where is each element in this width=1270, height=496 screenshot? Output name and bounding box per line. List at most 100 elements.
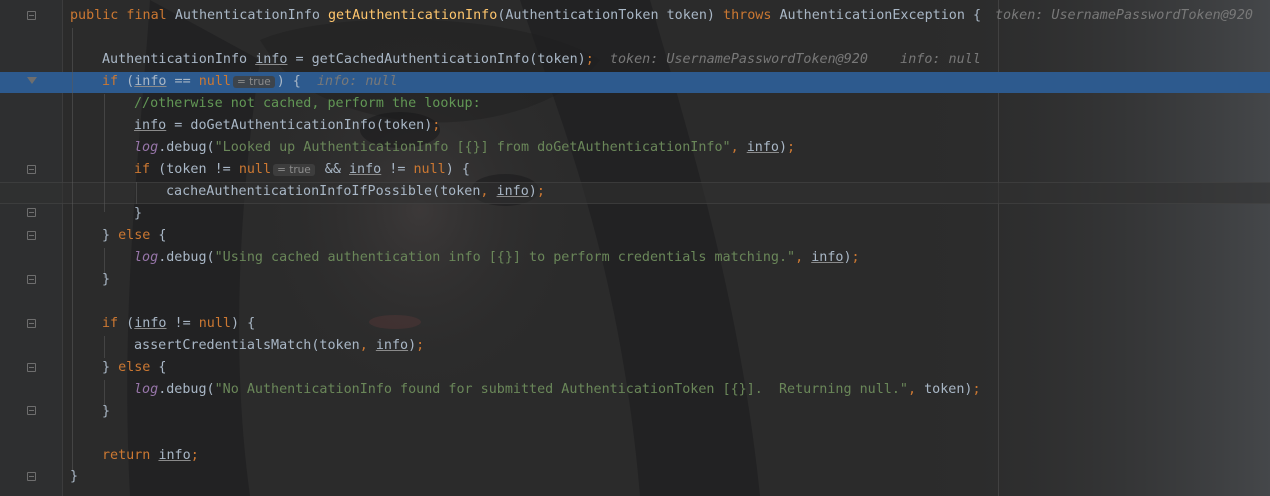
- code-token: !=: [166, 316, 199, 331]
- code-line[interactable]: assertCredentialsMatch(token, info);: [134, 335, 424, 357]
- variable[interactable]: info: [376, 338, 408, 353]
- variable[interactable]: info: [255, 52, 287, 67]
- code-token: ) {: [276, 74, 301, 89]
- code-line[interactable]: AuthenticationInfo info = getCachedAuthe…: [102, 49, 981, 71]
- variable[interactable]: info: [134, 316, 166, 331]
- code-token: ) {: [231, 316, 256, 331]
- keyword: else: [118, 360, 151, 375]
- code-token: !=: [381, 162, 414, 177]
- code-editor[interactable]: public final AuthenticationInfo getAuthe…: [0, 0, 1270, 496]
- fold-icon[interactable]: [27, 208, 36, 217]
- keyword: null: [413, 162, 446, 177]
- variable[interactable]: info: [158, 448, 190, 463]
- code-token: .debug(: [158, 382, 215, 397]
- inline-debug-value: token: UsernamePasswordToken@920: [609, 52, 868, 67]
- code-token: &&: [316, 162, 349, 177]
- keyword: if: [102, 74, 119, 89]
- code-line[interactable]: public final AuthenticationInfo getAuthe…: [70, 5, 981, 27]
- keyword: if: [102, 316, 119, 331]
- code-token: {: [150, 228, 167, 243]
- comment: //otherwise not cached, perform the look…: [134, 96, 481, 111]
- indent-guide: [104, 94, 105, 212]
- code-token: ) {: [445, 162, 470, 177]
- variable[interactable]: info: [811, 250, 843, 265]
- string-literal: "Using cached authentication info [{}] t…: [214, 250, 796, 265]
- code-token: }: [102, 272, 111, 287]
- variable[interactable]: info: [747, 140, 779, 155]
- variable[interactable]: info: [134, 118, 166, 133]
- fold-icon[interactable]: [27, 363, 36, 372]
- code-token: ): [408, 338, 417, 353]
- field: log: [134, 140, 159, 155]
- fold-icon[interactable]: [27, 319, 36, 328]
- code-token: AuthenticationInfo: [174, 8, 328, 23]
- variable[interactable]: info: [349, 162, 381, 177]
- code-line[interactable]: //otherwise not cached, perform the look…: [134, 93, 481, 115]
- indent-guide: [136, 182, 137, 204]
- inline-debug-value: info: null: [900, 52, 981, 67]
- punctuation: ;: [190, 448, 199, 463]
- code-token: assertCredentialsMatch(token: [134, 338, 360, 353]
- code-line[interactable]: } else {: [102, 357, 167, 379]
- code-line[interactable]: }: [102, 269, 110, 291]
- code-line[interactable]: return info;: [102, 445, 199, 467]
- keyword: null: [238, 162, 272, 177]
- fold-icon[interactable]: [27, 275, 36, 284]
- code-token: }: [102, 228, 119, 243]
- code-token: (: [118, 316, 135, 331]
- string-literal: "No AuthenticationInfo found for submitt…: [214, 382, 908, 397]
- code-token: = getCachedAuthenticationInfo(token): [287, 52, 586, 67]
- code-line[interactable]: }: [70, 466, 78, 488]
- fold-icon[interactable]: [27, 472, 36, 481]
- field: log: [134, 382, 159, 397]
- keyword: else: [118, 228, 151, 243]
- variable[interactable]: info: [497, 184, 529, 199]
- code-token: AuthenticationInfo: [102, 52, 256, 67]
- keyword: throws: [723, 8, 772, 23]
- punctuation: ;: [585, 52, 594, 67]
- code-token: (token !=: [150, 162, 239, 177]
- indent-guide: [104, 336, 105, 358]
- code-token: (: [118, 74, 135, 89]
- method-name: getAuthenticationInfo: [328, 8, 498, 23]
- code-line[interactable]: log.debug("Looked up AuthenticationInfo …: [134, 137, 795, 159]
- code-line[interactable]: if (token != null = true && info != null)…: [134, 159, 470, 181]
- code-token: ): [843, 250, 852, 265]
- code-line-current[interactable]: if (info == null = true) { info: null: [102, 71, 398, 93]
- string-literal: "Looked up AuthenticationInfo [{}] from …: [214, 140, 731, 155]
- code-token: token): [924, 382, 973, 397]
- code-token: (AuthenticationToken token): [497, 8, 724, 23]
- code-line[interactable]: info = doGetAuthenticationInfo(token);: [134, 115, 440, 137]
- code-line[interactable]: log.debug("No AuthenticationInfo found f…: [134, 379, 981, 401]
- fold-icon[interactable]: [27, 11, 36, 20]
- code-token: = doGetAuthenticationInfo(token): [166, 118, 433, 133]
- code-token: {: [150, 360, 167, 375]
- code-line[interactable]: }: [102, 401, 110, 423]
- keyword: return: [102, 448, 151, 463]
- code-token: }: [102, 404, 111, 419]
- punctuation: ;: [787, 140, 796, 155]
- fold-icon[interactable]: [27, 406, 36, 415]
- execution-point-icon[interactable]: [27, 77, 37, 84]
- code-line[interactable]: } else {: [102, 225, 167, 247]
- fold-icon[interactable]: [27, 231, 36, 240]
- inline-hint: = true: [233, 76, 275, 88]
- punctuation: ,: [730, 140, 747, 155]
- code-line[interactable]: if (info != null) {: [102, 313, 255, 335]
- code-token: .debug(: [158, 250, 215, 265]
- code-line[interactable]: }: [134, 203, 142, 225]
- fold-icon[interactable]: [27, 165, 36, 174]
- punctuation: ;: [536, 184, 545, 199]
- keyword: null: [198, 316, 231, 331]
- indent-guide: [72, 28, 73, 472]
- code-line[interactable]: log.debug("Using cached authentication i…: [134, 247, 860, 269]
- punctuation: ,: [795, 250, 812, 265]
- code-token: ==: [166, 74, 199, 89]
- punctuation: ,: [907, 382, 925, 397]
- inline-debug-value: token: UsernamePasswordToken@920: [995, 8, 1253, 23]
- code-line[interactable]: cacheAuthenticationInfoIfPossible(token,…: [166, 181, 545, 203]
- punctuation: ;: [972, 382, 981, 397]
- punctuation: ;: [416, 338, 425, 353]
- punctuation: ,: [480, 184, 497, 199]
- variable[interactable]: info: [134, 74, 166, 89]
